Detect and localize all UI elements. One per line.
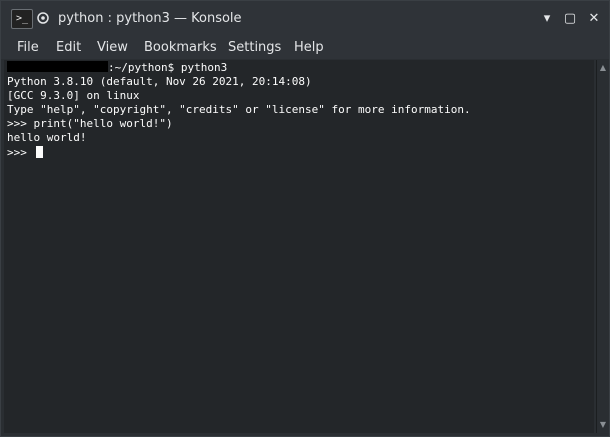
menu-settings[interactable]: Settings [228, 39, 281, 57]
scroll-down-icon[interactable]: ▼ [597, 419, 609, 431]
repl-input-line[interactable]: >>> [7, 146, 43, 160]
redacted-username [7, 61, 108, 72]
shell-prompt-line: :~/python$ python3 [7, 61, 227, 75]
shell-command: python3 [180, 61, 228, 74]
terminal-line: hello world! [7, 131, 87, 144]
shell-prompt: :~/python$ [108, 61, 181, 74]
vertical-scrollbar[interactable]: ▲ ▼ [596, 60, 609, 433]
konsole-window: >_ python : python3 — Konsole ▾ ▢ ✕ File… [0, 0, 610, 437]
scroll-up-icon[interactable]: ▲ [597, 62, 609, 74]
title-bar[interactable]: >_ python : python3 — Konsole ▾ ▢ ✕ [1, 1, 609, 37]
menu-file[interactable]: File [17, 39, 39, 57]
repl-prompt: >>> [7, 146, 34, 159]
close-button[interactable]: ✕ [585, 10, 603, 28]
pin-icon[interactable] [37, 12, 49, 24]
terminal-line: >>> print("hello world!") [7, 117, 173, 130]
minimize-button[interactable]: ▾ [538, 10, 556, 28]
terminal-line: Python 3.8.10 (default, Nov 26 2021, 20:… [7, 75, 312, 88]
maximize-button[interactable]: ▢ [561, 10, 579, 28]
menu-help[interactable]: Help [294, 39, 324, 57]
terminal-output[interactable]: :~/python$ python3 Python 3.8.10 (defaul… [4, 60, 594, 433]
terminal-app-icon[interactable]: >_ [11, 9, 33, 29]
terminal-line: Type "help", "copyright", "credits" or "… [7, 103, 471, 116]
menu-bar: File Edit View Bookmarks Settings Help [1, 37, 609, 59]
menu-view[interactable]: View [97, 39, 128, 57]
terminal-line: [GCC 9.3.0] on linux [7, 89, 140, 102]
menu-bookmarks[interactable]: Bookmarks [144, 39, 217, 57]
window-title: python : python3 — Konsole [58, 11, 242, 26]
text-cursor [35, 146, 43, 158]
menu-edit[interactable]: Edit [56, 39, 81, 57]
